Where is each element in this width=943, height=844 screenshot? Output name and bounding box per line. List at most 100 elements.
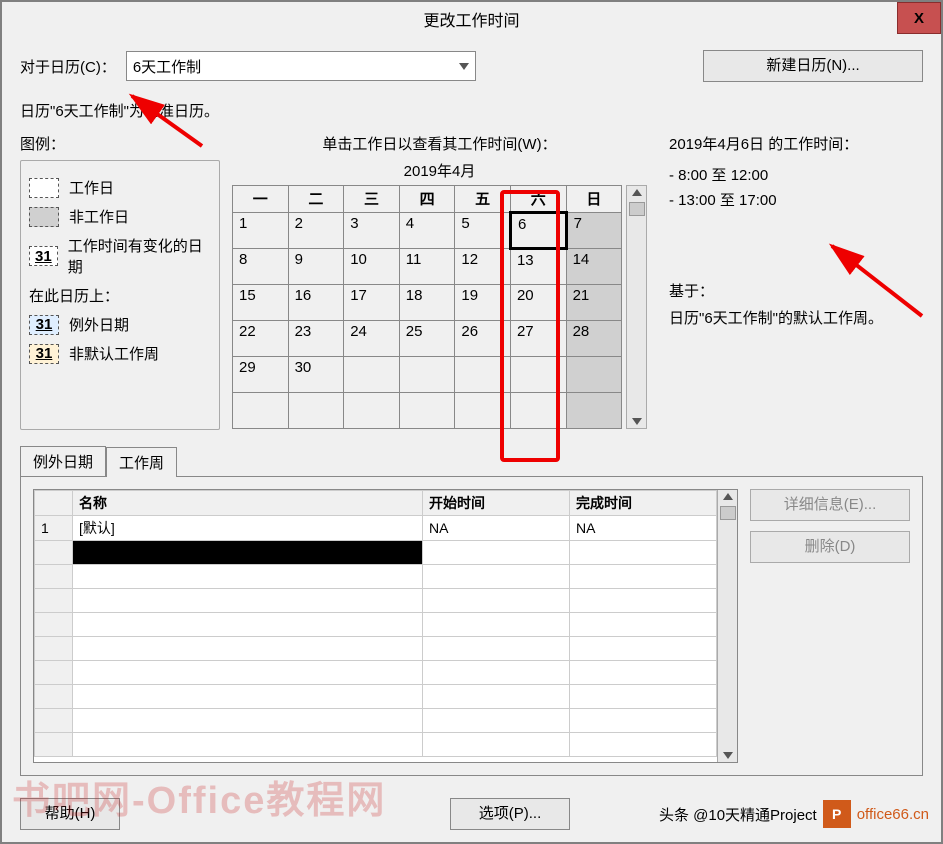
- legend-working-label: 工作日: [69, 177, 114, 198]
- calendar-cell[interactable]: 19: [455, 285, 511, 321]
- info-column: 2019年4月6日 的工作时间： - 8:00 至 12:00 - 13:00 …: [659, 133, 923, 430]
- dialog-content: 对于日历(C)： 6天工作制 新建日历(N)... 日历"6天工作制"为基准日历…: [2, 36, 941, 842]
- calendar-dropdown[interactable]: 6天工作制: [126, 51, 476, 81]
- calendar-cell[interactable]: 17: [344, 285, 400, 321]
- grid-row[interactable]: 1[默认]NANA: [35, 516, 717, 541]
- calendar-cell[interactable]: 12: [455, 249, 511, 285]
- calendar-cell[interactable]: [455, 393, 511, 429]
- calendar-cell[interactable]: 7: [566, 213, 622, 249]
- calendar-cell[interactable]: 4: [399, 213, 455, 249]
- grid-scroll-up-icon[interactable]: [723, 493, 733, 500]
- working-time-line-1: - 8:00 至 12:00: [669, 164, 923, 185]
- calendar-cell[interactable]: [344, 357, 400, 393]
- grid-row-selected[interactable]: [35, 541, 717, 565]
- legend-box: 工作日 非工作日 31工作时间有变化的日期 在此日历上： 31例外日期 31非默…: [20, 160, 220, 430]
- calendar-cell[interactable]: 23: [288, 321, 344, 357]
- delete-button[interactable]: 删除(D): [750, 531, 910, 563]
- calendar-cell[interactable]: 28: [566, 321, 622, 357]
- close-button[interactable]: X: [897, 2, 941, 34]
- scroll-thumb[interactable]: [629, 202, 645, 216]
- calendar-cell[interactable]: [566, 357, 622, 393]
- calendar-cell[interactable]: [399, 393, 455, 429]
- calendar-day-header: 六: [510, 186, 566, 213]
- calendar-column: 单击工作日以查看其工作时间(W)： 2019年4月 一二三四五六日1234567…: [232, 133, 647, 430]
- calendar-cell[interactable]: 20: [510, 285, 566, 321]
- grid-row-empty[interactable]: [35, 709, 717, 733]
- calendar-day-header: 五: [455, 186, 511, 213]
- options-button[interactable]: 选项(P)...: [450, 798, 570, 830]
- on-this-calendar-label: 在此日历上：: [29, 285, 211, 306]
- calendar-day-header: 四: [399, 186, 455, 213]
- calendar-cell[interactable]: 29: [233, 357, 289, 393]
- grid-scroll-down-icon[interactable]: [723, 752, 733, 759]
- grid-scroll-thumb[interactable]: [720, 506, 736, 520]
- calendar-cell[interactable]: 5: [455, 213, 511, 249]
- legend-column: 图例： 工作日 非工作日 31工作时间有变化的日期 在此日历上： 31例外日期 …: [20, 133, 220, 430]
- calendar-cell[interactable]: 16: [288, 285, 344, 321]
- titlebar: 更改工作时间 X: [2, 2, 941, 36]
- scroll-up-icon[interactable]: [632, 189, 642, 196]
- tab-workweeks[interactable]: 工作周: [106, 447, 177, 477]
- calendar-cell[interactable]: [399, 357, 455, 393]
- calendar-cell[interactable]: 24: [344, 321, 400, 357]
- dialog-title: 更改工作时间: [423, 7, 519, 31]
- tab-exceptions[interactable]: 例外日期: [20, 446, 106, 476]
- calendar-cell[interactable]: [344, 393, 400, 429]
- chevron-down-icon: [459, 63, 469, 70]
- calendar-cell[interactable]: 26: [455, 321, 511, 357]
- calendar-cell[interactable]: 1: [233, 213, 289, 249]
- calendar-cell[interactable]: 9: [288, 249, 344, 285]
- legend-nonworking-label: 非工作日: [69, 206, 129, 227]
- calendar-cell[interactable]: 3: [344, 213, 400, 249]
- calendar-cell[interactable]: 6: [510, 213, 566, 249]
- side-buttons: 详细信息(E)... 删除(D): [750, 489, 910, 763]
- help-button[interactable]: 帮助(H): [20, 798, 120, 830]
- calendar-cell[interactable]: 27: [510, 321, 566, 357]
- calendar-cell[interactable]: 25: [399, 321, 455, 357]
- working-time-line-2: - 13:00 至 17:00: [669, 189, 923, 210]
- legend-nondefault-label: 非默认工作周: [69, 343, 159, 364]
- workweeks-grid[interactable]: 名称开始时间完成时间1[默认]NANA: [34, 490, 717, 757]
- close-icon: X: [914, 10, 924, 27]
- grid-scrollbar[interactable]: [717, 490, 737, 762]
- calendar-cell[interactable]: [233, 393, 289, 429]
- calendar-cell[interactable]: 14: [566, 249, 622, 285]
- calendar-cell[interactable]: 2: [288, 213, 344, 249]
- calendar-grid[interactable]: 一二三四五六日123456789101112131415161718192021…: [232, 185, 622, 429]
- details-button[interactable]: 详细信息(E)...: [750, 489, 910, 521]
- calendar-cell[interactable]: [566, 393, 622, 429]
- grid-header: 名称: [73, 491, 423, 516]
- calendar-day-header: 日: [566, 186, 622, 213]
- grid-row-empty[interactable]: [35, 685, 717, 709]
- calendar-cell[interactable]: 11: [399, 249, 455, 285]
- grid-row-empty[interactable]: [35, 589, 717, 613]
- footer-row: 帮助(H) 选项(P)...: [20, 798, 923, 830]
- calendar-cell[interactable]: 8: [233, 249, 289, 285]
- exception-swatch-icon: 31: [29, 315, 59, 335]
- new-calendar-button[interactable]: 新建日历(N)...: [703, 50, 923, 82]
- calendar-cell[interactable]: 15: [233, 285, 289, 321]
- calendar-cell[interactable]: 21: [566, 285, 622, 321]
- scroll-down-icon[interactable]: [632, 418, 642, 425]
- calendar-day-header: 一: [233, 186, 289, 213]
- calendar-cell[interactable]: 30: [288, 357, 344, 393]
- base-calendar-text: 日历"6天工作制"为基准日历。: [20, 100, 923, 121]
- grid-row-empty[interactable]: [35, 637, 717, 661]
- grid-row-empty[interactable]: [35, 661, 717, 685]
- calendar-cell[interactable]: 13: [510, 249, 566, 285]
- legend-changed-label: 工作时间有变化的日期: [68, 235, 211, 277]
- calendar-cell[interactable]: [455, 357, 511, 393]
- grid-row-empty[interactable]: [35, 613, 717, 637]
- calendar-cell[interactable]: [510, 393, 566, 429]
- grid-row-empty[interactable]: [35, 733, 717, 757]
- calendar-cell[interactable]: [510, 357, 566, 393]
- grid-row-empty[interactable]: [35, 565, 717, 589]
- calendar-cell[interactable]: [288, 393, 344, 429]
- working-swatch-icon: [29, 178, 59, 198]
- grid-header: 开始时间: [423, 491, 570, 516]
- calendar-cell[interactable]: 18: [399, 285, 455, 321]
- calendar-cell[interactable]: 10: [344, 249, 400, 285]
- calendar-cell[interactable]: 22: [233, 321, 289, 357]
- legend-title: 图例：: [20, 133, 220, 154]
- calendar-scrollbar[interactable]: [626, 185, 647, 429]
